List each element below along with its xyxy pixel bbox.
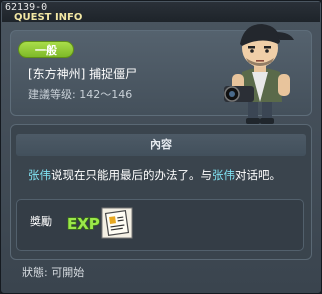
npc-name-link[interactable]: 张伟 xyxy=(28,168,51,182)
quest-level-range: 建議等级: 142～146 xyxy=(28,88,133,101)
scroll-item-icon[interactable] xyxy=(101,207,133,239)
quest-status: 狀態: 可開始 xyxy=(22,266,85,279)
quest-name: [东方神州] 捕捉僵尸 xyxy=(28,67,138,81)
reward-box xyxy=(16,199,304,251)
description-text: 说现在只能用最后的办法了。与 xyxy=(51,168,212,182)
quest-category-badge: 一般 xyxy=(18,41,74,58)
exp-icon[interactable]: EXP xyxy=(66,214,100,232)
npc-name-link[interactable]: 张伟 xyxy=(212,168,235,182)
quest-description: 张伟说现在只能用最后的办法了。与张伟对话吧。 xyxy=(28,168,308,182)
photographer-npc-icon xyxy=(224,24,294,124)
exp-icon-text: EXP xyxy=(67,215,100,232)
window-title: QUEST INFO xyxy=(14,12,83,23)
content-section-header: 內容 xyxy=(16,134,306,156)
description-text: 对话吧。 xyxy=(235,168,281,182)
reward-label: 獎勵 xyxy=(30,215,52,228)
